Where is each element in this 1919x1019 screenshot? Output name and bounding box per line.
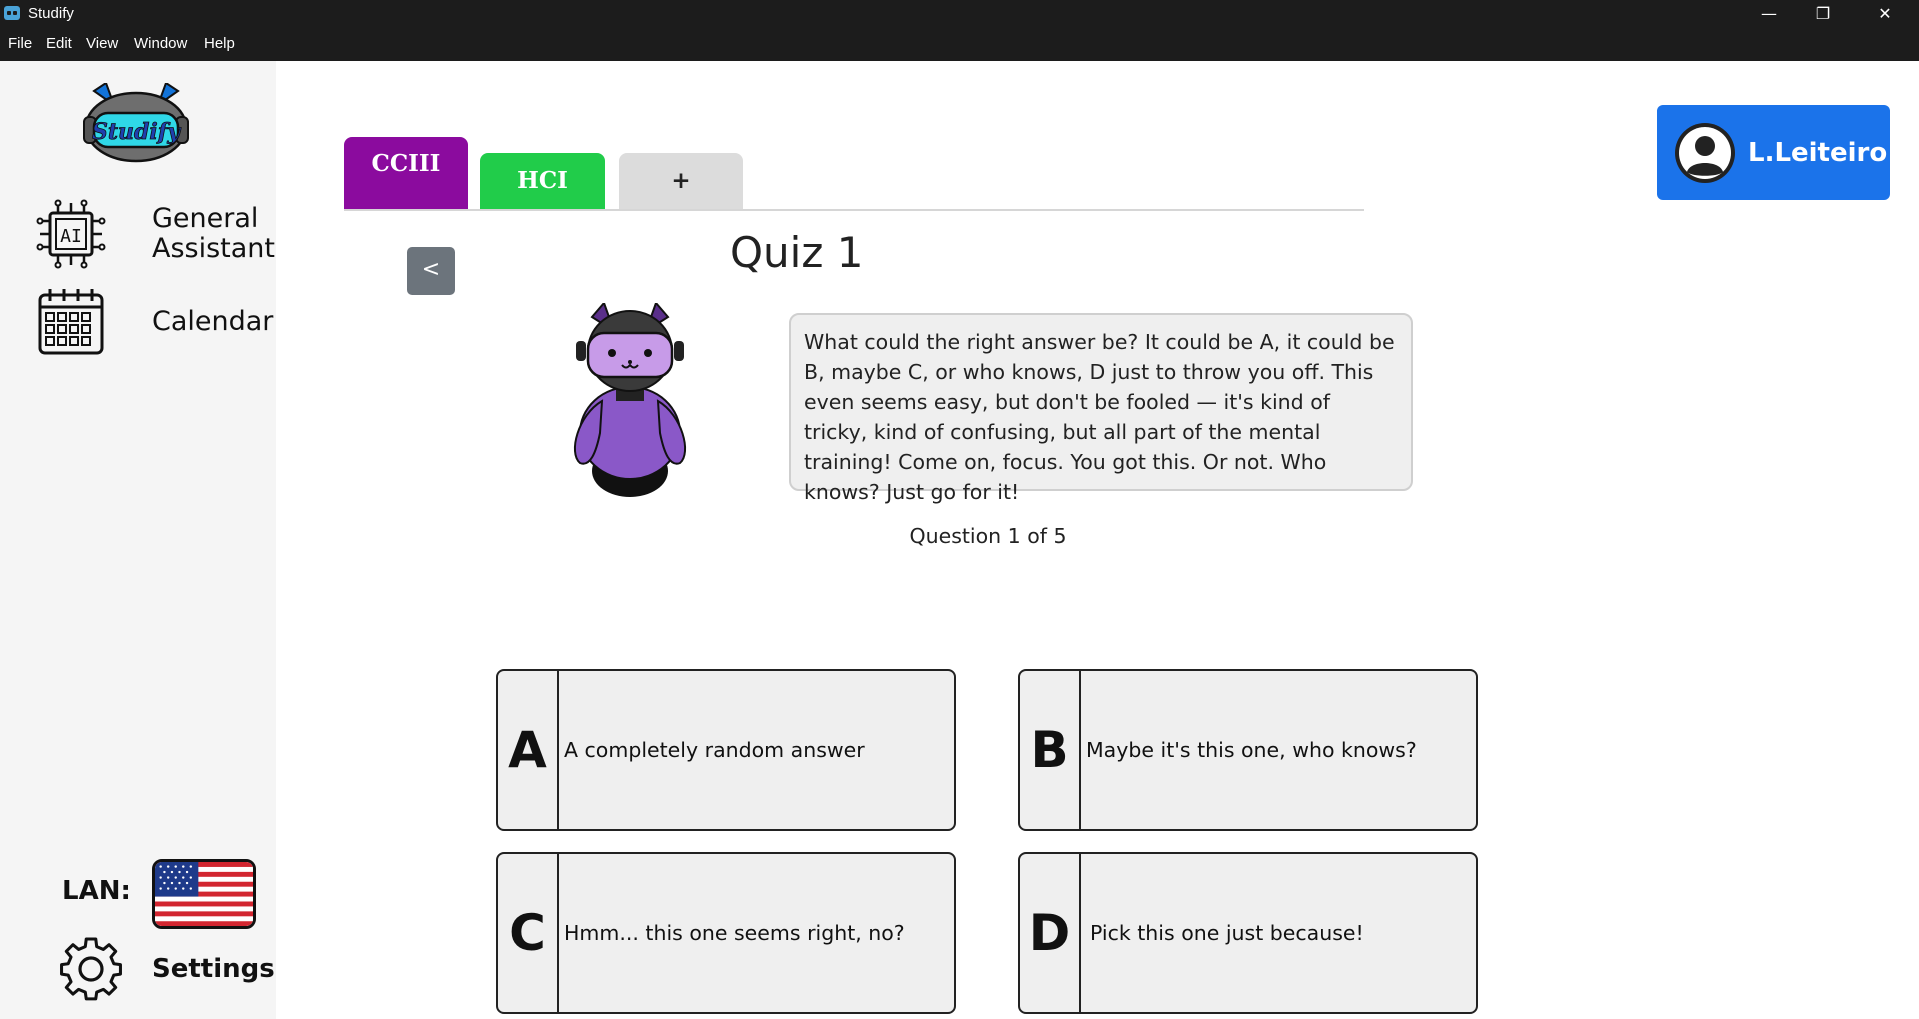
maximize-button[interactable]: ❐ (1800, 0, 1846, 28)
us-flag-icon[interactable] (152, 859, 256, 929)
svg-text:Studify: Studify (92, 119, 182, 145)
menu-help[interactable]: Help (204, 35, 235, 52)
gear-icon (60, 937, 122, 1001)
answer-option-c[interactable]: C Hmm... this one seems right, no? (496, 852, 956, 1014)
add-tab-button[interactable]: + (619, 153, 743, 209)
menu-window[interactable]: Window (134, 35, 187, 52)
menu-file[interactable]: File (8, 35, 32, 52)
answer-letter: C (498, 854, 559, 1012)
user-avatar-icon (1675, 122, 1735, 183)
answer-option-d[interactable]: D Pick this one just because! (1018, 852, 1478, 1014)
question-bubble: What could the right answer be? It could… (789, 313, 1413, 504)
settings-label: Settings (152, 954, 275, 984)
tabs-divider (344, 209, 1364, 211)
answer-text: A completely random answer (564, 738, 865, 762)
studify-logo[interactable]: Studify (80, 83, 192, 163)
menu-bar: File Edit View Window Help (0, 28, 1919, 61)
tab-hci[interactable]: HCI (480, 153, 605, 209)
general-label-line1: General (152, 203, 259, 234)
answer-text: Pick this one just because! (1090, 921, 1364, 945)
svg-text:AI: AI (60, 226, 82, 247)
calendar-icon (38, 289, 104, 355)
answer-option-a[interactable]: A A completely random answer (496, 669, 956, 831)
calendar-label: Calendar (152, 306, 274, 337)
mascot-illustration (573, 303, 687, 497)
answer-letter: D (1020, 854, 1081, 1012)
answer-letter: A (498, 671, 559, 829)
question-progress: Question 1 of 5 (909, 524, 1067, 548)
general-label-line2: Assistant (152, 233, 276, 264)
title-bar: Studify — ❐ ✕ (0, 0, 1919, 28)
close-button[interactable]: ✕ (1862, 0, 1908, 28)
settings-button[interactable]: Settings (58, 936, 275, 1002)
answer-text: Hmm... this one seems right, no? (564, 921, 905, 945)
sidebar-item-calendar[interactable]: Calendar (36, 287, 276, 357)
menu-view[interactable]: View (86, 35, 118, 52)
user-name: L.Leiteiro (1748, 137, 1888, 168)
window-title: Studify (28, 5, 74, 22)
answer-option-b[interactable]: B Maybe it's this one, who knows? (1018, 669, 1478, 831)
minimize-button[interactable]: — (1746, 0, 1792, 28)
back-button[interactable]: < (407, 247, 455, 295)
user-profile-button[interactable]: L.Leiteiro (1657, 105, 1890, 200)
menu-edit[interactable]: Edit (46, 35, 72, 52)
quiz-title: Quiz 1 (730, 228, 864, 277)
sidebar-item-general-assistant[interactable]: AI General Assistant (36, 199, 276, 269)
answer-letter: B (1020, 671, 1081, 829)
answer-text: Maybe it's this one, who knows? (1086, 738, 1417, 762)
tab-cciii[interactable]: CCIII (344, 137, 468, 209)
ai-chip-icon: AI (36, 199, 106, 269)
language-label: LAN: (62, 876, 131, 906)
app-icon (4, 6, 20, 20)
